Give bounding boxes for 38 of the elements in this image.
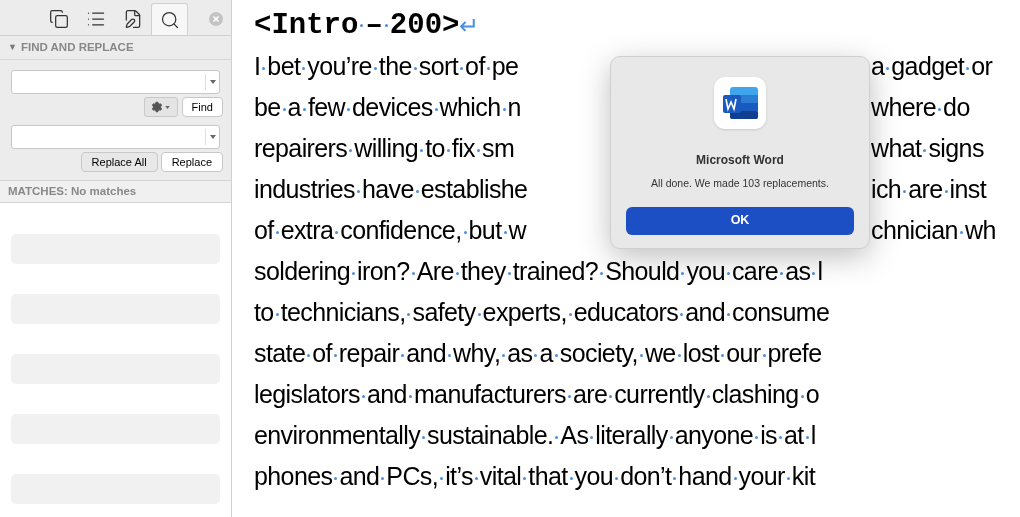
ok-button[interactable]: OK bbox=[626, 206, 854, 235]
document-text-line: state of repair and why, as a society, we lost our prefe bbox=[254, 337, 822, 369]
document-heading: <Intro – 200> bbox=[254, 8, 460, 45]
document-text-line: soldering iron? Are they trained? Should you care as l bbox=[254, 255, 823, 287]
dialog-message: All done. We made 103 replacements. bbox=[651, 176, 829, 191]
search-icon bbox=[159, 9, 180, 30]
dropdown-arrow-icon bbox=[209, 135, 216, 139]
dialog-title: Microsoft Word bbox=[696, 152, 784, 169]
document-text-line: legislators and manufacturers are currently clashing o bbox=[254, 378, 819, 410]
pages-icon bbox=[48, 9, 69, 29]
document-text-line: a gadget or bbox=[871, 50, 993, 82]
document-text-line: repairers willing to fix sm bbox=[254, 133, 515, 162]
document-text-line: chnician wh bbox=[871, 214, 996, 246]
replace-field[interactable] bbox=[11, 125, 220, 149]
paragraph-mark: ↵ bbox=[459, 11, 480, 41]
document-text-line: phones and PCs, it’s vital that you don’t hand your kit bbox=[254, 460, 815, 492]
replace-button[interactable]: Replace bbox=[160, 152, 223, 172]
document-text-line: be a few devices which n bbox=[254, 92, 521, 121]
document-text-line: environmentally sustainable. As literally anyone is at l bbox=[254, 419, 816, 451]
options-button[interactable] bbox=[143, 97, 178, 117]
document-text-line: of extra confidence, but w bbox=[254, 215, 526, 244]
word-logo-icon bbox=[720, 84, 760, 122]
dropdown-arrow-icon bbox=[209, 80, 216, 84]
document-text-line: ich are inst bbox=[871, 173, 987, 205]
find-field[interactable] bbox=[11, 70, 220, 94]
document-text-line: where do bbox=[871, 91, 970, 123]
document-text-line: industries have establishe bbox=[254, 174, 528, 203]
gear-icon bbox=[151, 101, 164, 113]
find-button[interactable]: Find bbox=[181, 97, 223, 117]
document-text-line: I bet you’re the sort of pe bbox=[254, 51, 519, 80]
collapse-toggle[interactable]: ▼ bbox=[8, 40, 17, 55]
replace-all-button[interactable]: Replace All bbox=[80, 152, 158, 172]
dropdown-arrow-icon bbox=[165, 105, 171, 109]
sidebar-tab[interactable] bbox=[151, 3, 188, 35]
section-title: FIND AND REPLACE bbox=[20, 39, 134, 55]
document-text-line: what signs bbox=[871, 132, 984, 164]
document-text-line: to technicians, safety experts, educators and consume bbox=[254, 296, 830, 328]
matches-label: MATCHES: No matches bbox=[8, 183, 137, 199]
